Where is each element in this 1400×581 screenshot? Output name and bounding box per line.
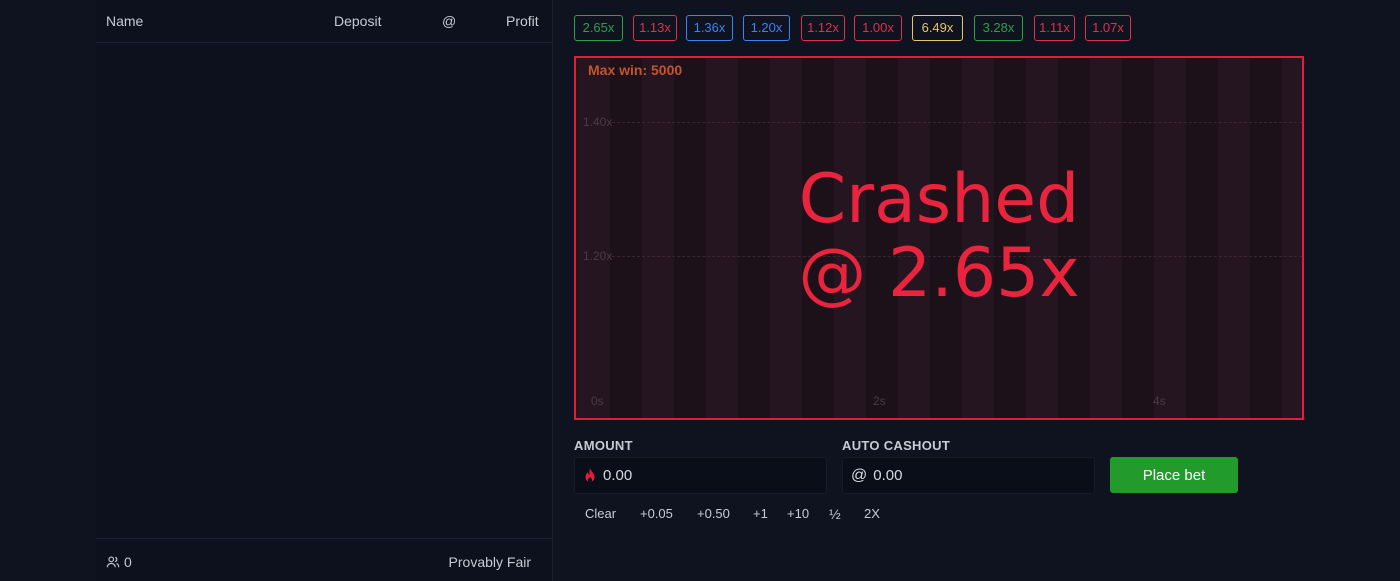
quick-plus-1-button[interactable]: +1 xyxy=(753,506,768,521)
quick-plus-005-button[interactable]: +0.05 xyxy=(640,506,673,521)
history-pill[interactable]: 6.49x xyxy=(912,15,963,41)
player-count-value: 0 xyxy=(124,554,132,570)
max-win-label: Max win: 5000 xyxy=(588,62,683,78)
crashed-text: Crashed xyxy=(798,160,1080,239)
x-tick-2s: 2s xyxy=(873,394,886,408)
history-pill[interactable]: 1.12x xyxy=(801,15,845,41)
auto-cashout-input[interactable] xyxy=(873,467,1054,484)
quick-plus-10-button[interactable]: +10 xyxy=(787,506,809,521)
y-tick-1-40: 1.40x xyxy=(583,115,613,129)
col-deposit-header: Deposit xyxy=(334,13,382,29)
quick-double-button[interactable]: 2X xyxy=(864,506,880,521)
place-bet-button[interactable]: Place bet xyxy=(1110,457,1238,493)
amount-field xyxy=(574,457,827,494)
players-panel: Name Deposit @ Profit 0 Provably Fair xyxy=(96,0,553,581)
history-pill[interactable]: 1.20x xyxy=(743,15,790,41)
player-count: 0 xyxy=(106,554,132,570)
col-at-header: @ xyxy=(442,13,457,29)
history-pill[interactable]: 1.13x xyxy=(633,15,677,41)
players-footer: 0 Provably Fair xyxy=(96,538,553,581)
history-pill[interactable]: 3.28x xyxy=(974,15,1023,41)
quick-plus-050-button[interactable]: +0.50 xyxy=(697,506,730,521)
amount-label: AMOUNT xyxy=(574,438,633,453)
history-pill[interactable]: 1.07x xyxy=(1085,15,1131,41)
players-table-header: Name Deposit @ Profit xyxy=(96,0,553,43)
quick-clear-button[interactable]: Clear xyxy=(585,506,616,521)
history-pill[interactable]: 1.11x xyxy=(1034,15,1075,41)
history-pill[interactable]: 1.00x xyxy=(854,15,902,41)
users-icon xyxy=(106,556,120,568)
history-pill[interactable]: 1.36x xyxy=(686,15,733,41)
x-tick-4s: 4s xyxy=(1153,394,1166,408)
grid-line-1-40 xyxy=(612,122,1302,123)
crashed-multiplier: @ 2.65x xyxy=(798,234,1080,313)
auto-cashout-field: @ xyxy=(842,457,1095,494)
crash-graph: 1.40x 1.20x 0s 2s 4s Max win: 5000 Crash… xyxy=(574,56,1304,420)
provably-fair-link[interactable]: Provably Fair xyxy=(449,554,531,570)
col-profit-header: Profit xyxy=(506,13,539,29)
x-tick-0s: 0s xyxy=(591,394,604,408)
auto-cashout-label: AUTO CASHOUT xyxy=(842,438,951,453)
col-name-header: Name xyxy=(106,13,144,29)
quick-half-button[interactable]: ½ xyxy=(829,506,841,522)
at-icon: @ xyxy=(851,466,868,484)
amount-input[interactable] xyxy=(603,467,783,484)
flame-icon xyxy=(585,467,595,482)
history-pill[interactable]: 2.65x xyxy=(574,15,623,41)
